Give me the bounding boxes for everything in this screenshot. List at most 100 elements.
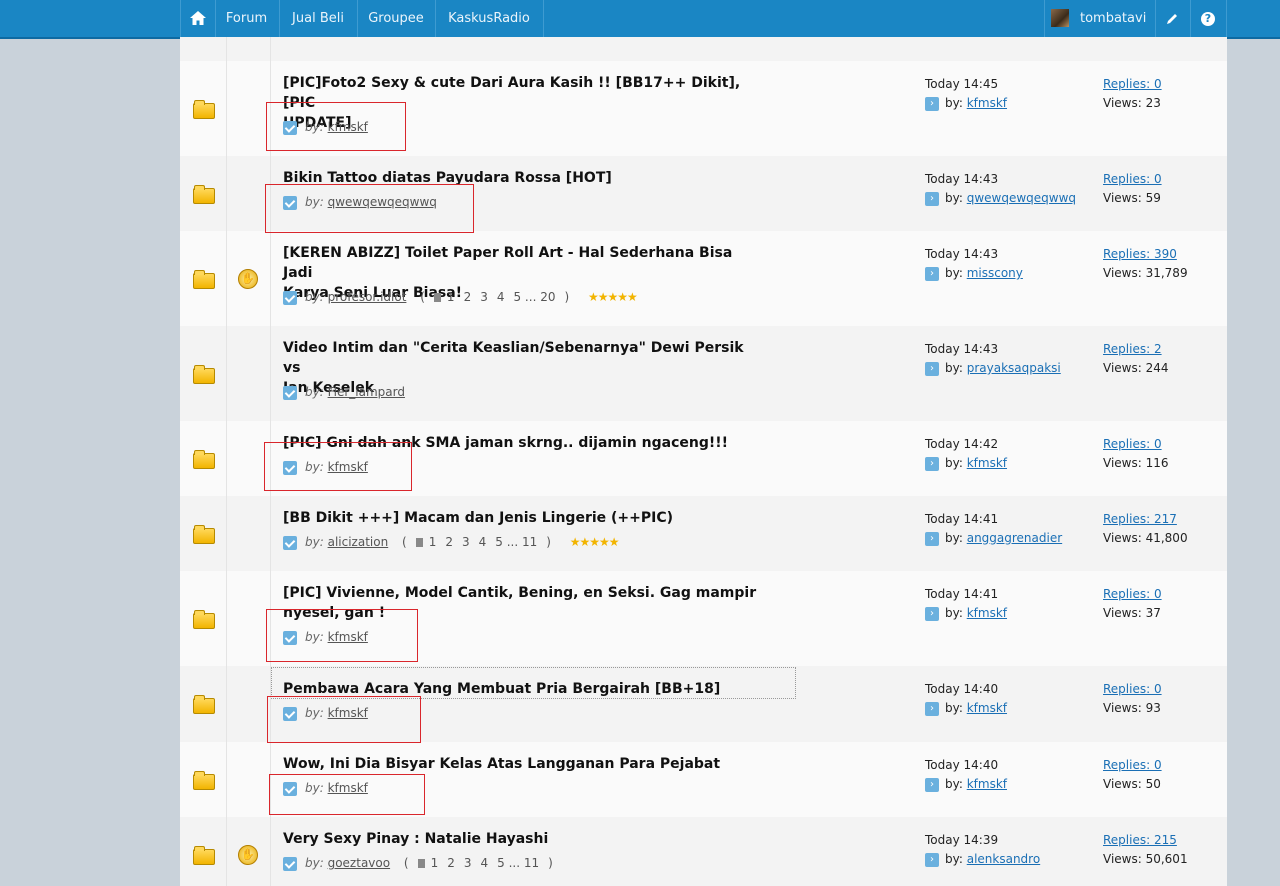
check-icon[interactable] (283, 856, 297, 871)
by-label: by: (945, 96, 963, 110)
page-link[interactable]: 2 (447, 856, 455, 870)
page-paren: ( (402, 535, 407, 549)
last-user-link[interactable]: kfmskf (967, 777, 1007, 791)
last-user-link[interactable]: kfmskf (967, 606, 1007, 620)
by-label: by: (945, 701, 963, 715)
page-link[interactable]: 4 (481, 856, 489, 870)
last-post-time: Today 14:43 (925, 172, 999, 186)
page-link[interactable]: 3 (464, 856, 472, 870)
row-icon-cell (180, 326, 227, 421)
help-button[interactable]: ? (1190, 0, 1227, 37)
last-post-by: › by: kfmskf (925, 701, 1007, 716)
go-last-post-icon[interactable]: › (925, 606, 939, 621)
go-last-post-icon[interactable]: › (925, 191, 939, 206)
nav-kaskus-radio[interactable]: KaskusRadio (435, 0, 544, 37)
row-icon-cell (180, 421, 227, 496)
replies-link[interactable]: Replies: 0 (1103, 758, 1162, 772)
thread-title[interactable]: [BB Dikit +++] Macam dan Jenis Lingerie … (283, 508, 763, 528)
last-post-time: Today 14:40 (925, 682, 999, 696)
views-count: Views: 31,789 (1103, 266, 1188, 280)
thread-title-line: [KEREN ABIZZ] Toilet Paper Roll Art - Ha… (283, 245, 733, 281)
by-label: by: (945, 531, 963, 545)
page-link[interactable]: 5 ... 11 (497, 856, 539, 870)
page-link[interactable]: 2 (445, 535, 453, 549)
author-link[interactable]: alicization (328, 535, 389, 549)
nav-jual-beli[interactable]: Jual Beli (279, 0, 358, 37)
go-last-post-icon[interactable]: › (925, 456, 939, 471)
page-link[interactable]: 5 ... 20 (513, 290, 555, 304)
go-last-post-icon[interactable]: › (925, 852, 939, 867)
by-label: by: (305, 290, 324, 304)
page-link[interactable]: 2 (464, 290, 472, 304)
page-link[interactable]: 4 (497, 290, 505, 304)
last-post-by: › by: prayaksaqpaksi (925, 361, 1061, 376)
last-user-link[interactable]: prayaksaqpaksi (967, 361, 1061, 375)
go-last-post-icon[interactable]: › (925, 531, 939, 546)
page-paren: ( (403, 856, 409, 870)
home-button[interactable] (180, 0, 216, 37)
replies-link[interactable]: Replies: 0 (1103, 437, 1162, 451)
views-count: Views: 23 (1103, 96, 1161, 110)
last-user-link[interactable]: kfmskf (967, 456, 1007, 470)
page-link[interactable]: 5 ... 11 (495, 535, 537, 549)
folder-icon (193, 771, 215, 790)
replies-link[interactable]: Replies: 217 (1103, 512, 1177, 526)
last-user-link[interactable]: kfmskf (967, 96, 1007, 110)
replies-link[interactable]: Replies: 0 (1103, 587, 1162, 601)
replies-link[interactable]: Replies: 0 (1103, 77, 1162, 91)
last-post-by: › by: misscony (925, 266, 1023, 281)
author-link[interactable]: goeztavoo (328, 856, 390, 870)
page-paren: ) (548, 856, 553, 870)
go-last-post-icon[interactable]: › (925, 266, 939, 281)
replies-link[interactable]: Replies: 0 (1103, 682, 1162, 696)
last-post-by: › by: kfmskf (925, 777, 1007, 792)
last-user-link[interactable]: misscony (967, 266, 1023, 280)
top-navbar: Forum Jual Beli Groupee KaskusRadio tomb… (0, 0, 1280, 39)
last-post-by: › by: qwewqewqeqwwq (925, 191, 1076, 206)
last-user-link[interactable]: qwewqewqeqwwq (967, 191, 1076, 205)
go-last-post-icon[interactable]: › (925, 96, 939, 111)
page-link[interactable]: 1 (447, 290, 455, 304)
thread-title-line: Wow, Ini Dia Bisyar Kelas Atas Langganan… (283, 756, 721, 772)
thread-title[interactable]: Very Sexy Pinay : Natalie Hayashi (283, 829, 763, 849)
page-link[interactable]: 3 (480, 290, 488, 304)
by-label: by: (945, 191, 963, 205)
thread-byline: by: goeztavoo (1 2 3 4 5 ... 11) (283, 855, 562, 871)
nav-forum[interactable]: Forum (214, 0, 280, 37)
go-last-post-icon[interactable]: › (925, 361, 939, 376)
go-last-post-icon[interactable]: › (925, 777, 939, 792)
views-count: Views: 50,601 (1103, 852, 1188, 866)
last-user-link[interactable]: anggagrenadier (967, 531, 1062, 545)
check-icon[interactable] (283, 535, 297, 550)
author-link[interactable]: profesor.idiot (328, 290, 407, 304)
go-last-post-icon[interactable]: › (925, 701, 939, 716)
thread-byline: by: alicization (1 2 3 4 5 ... 11) ★★★★★ (283, 534, 620, 550)
by-label: by: (945, 456, 963, 470)
last-user-link[interactable]: alenksandro (967, 852, 1040, 866)
folder-icon (193, 695, 215, 714)
check-icon[interactable] (283, 290, 297, 305)
annotation-box (266, 102, 406, 151)
author-link[interactable]: Fier_lampard (328, 385, 405, 399)
last-user-link[interactable]: kfmskf (967, 701, 1007, 715)
thread-title[interactable]: Wow, Ini Dia Bisyar Kelas Atas Langganan… (283, 754, 763, 774)
replies-link[interactable]: Replies: 390 (1103, 247, 1177, 261)
page-link[interactable]: 3 (462, 535, 470, 549)
views-count: Views: 41,800 (1103, 531, 1188, 545)
user-menu[interactable]: tombatavi (1044, 0, 1156, 37)
page-link[interactable]: 4 (479, 535, 487, 549)
by-label: by: (945, 852, 963, 866)
folder-icon (193, 270, 215, 289)
replies-link[interactable]: Replies: 2 (1103, 342, 1162, 356)
page-link[interactable]: 1 (429, 535, 437, 549)
table-row: [BB Dikit +++] Macam dan Jenis Lingerie … (180, 496, 1227, 572)
page-link[interactable]: 1 (431, 856, 439, 870)
replies-link[interactable]: Replies: 0 (1103, 172, 1162, 186)
thread-byline: by: profesor.idiot (1 2 3 4 5 ... 20) ★★★★★ (283, 289, 638, 305)
row-prefix-cell (226, 666, 271, 742)
replies-link[interactable]: Replies: 215 (1103, 833, 1177, 847)
nav-groupee[interactable]: Groupee (357, 0, 436, 37)
help-icon: ? (1201, 12, 1215, 26)
check-icon[interactable] (283, 385, 297, 400)
edit-button[interactable] (1154, 0, 1191, 37)
